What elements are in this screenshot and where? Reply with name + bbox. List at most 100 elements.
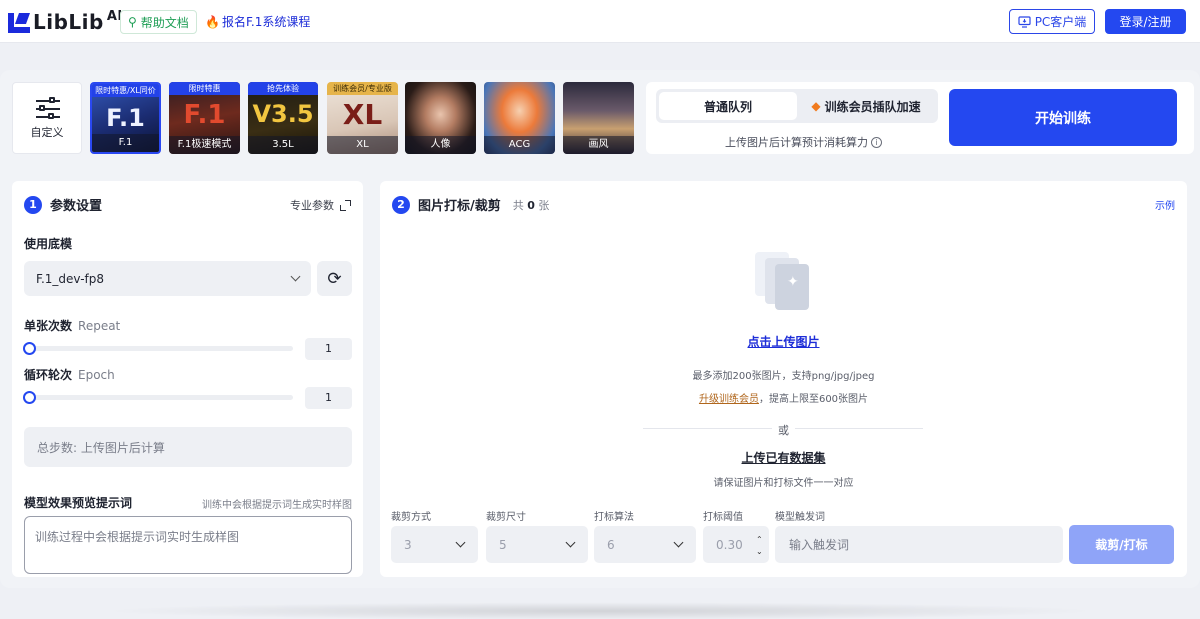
compute-estimate-note: 上传图片后计算预计消耗算力 i	[725, 134, 882, 150]
upload-limit-note: 最多添加200张图片，支持png/jpg/jpeg	[692, 371, 875, 382]
repeat-label: 单张次数 Repeat	[24, 317, 120, 334]
model-card-style[interactable]: 画风	[563, 82, 634, 154]
expand-icon	[340, 199, 351, 211]
compute-estimate-text: 上传图片后计算预计消耗算力	[725, 136, 868, 149]
images-title: 图片打标/裁剪	[418, 199, 501, 214]
login-register-button[interactable]: 登录/注册	[1105, 9, 1186, 34]
refresh-button[interactable]: ⟳	[317, 261, 352, 296]
liblib-logo[interactable]: LibLib AI	[8, 9, 123, 34]
tag-threshold-stepper[interactable]: 0.30 ⌃ ⌄	[703, 526, 769, 563]
epoch-label-text: 循环轮次	[24, 368, 73, 382]
image-count-value: 0	[527, 198, 535, 212]
model-tag: 训练会员/专业版	[327, 82, 398, 95]
course-signup-link[interactable]: 🔥 报名F.1系统课程	[205, 13, 310, 30]
queue-normal-tab[interactable]: 普通队列	[659, 92, 797, 120]
model-tag: 限时特惠/XL同价	[92, 84, 159, 97]
course-signup-label: 报名F.1系统课程	[221, 15, 311, 29]
images-panel: 2 图片打标/裁剪 共 0 张 示例 ✦ 点击上传图片 最多添加200张图片，支…	[380, 181, 1187, 577]
info-icon[interactable]: i	[871, 136, 882, 148]
upgrade-member-link[interactable]: 升级训练会员	[699, 394, 759, 405]
model-card-xl[interactable]: 训练会员/专业版 XL XL	[327, 82, 398, 154]
queue-tabs: 普通队列 ◆ 训练会员插队加速	[656, 89, 938, 123]
image-count: 共 0 张	[513, 197, 550, 213]
model-tag: 限时特惠	[169, 82, 240, 95]
crop-tag-button[interactable]: 裁剪/打标	[1069, 525, 1174, 564]
model-card-f1[interactable]: 限时特惠/XL同价 F.1 F.1	[90, 82, 161, 154]
sliders-icon	[36, 97, 60, 120]
upgrade-note: ，提高上限至600张图片	[758, 394, 869, 405]
crop-mode-select[interactable]: 3	[391, 526, 478, 563]
step-number: 1	[24, 195, 42, 214]
trigger-word-label: 模型触发词	[775, 512, 825, 523]
crop-size-label: 裁剪尺寸	[486, 512, 526, 523]
bottom-shadow	[100, 602, 1100, 619]
pro-params-label: 专业参数	[290, 199, 334, 212]
magic-wand-icon: ✦	[787, 274, 799, 290]
crop-size-select[interactable]: 5	[486, 526, 588, 563]
chevron-down-icon	[565, 537, 576, 548]
upgrade-line: 升级训练会员，提高上限至600张图片	[380, 390, 1187, 405]
model-card-f1-fast[interactable]: 限时特惠 F.1 F.1极速模式	[169, 82, 240, 154]
params-panel: 1 参数设置 专业参数 使用底模 F.1_dev-fp8 ⟳ 单张次数 Repea…	[12, 181, 363, 577]
crop-mode-label: 裁剪方式	[391, 512, 431, 523]
tag-algorithm-label: 打标算法	[594, 512, 634, 523]
step-number: 2	[392, 195, 410, 214]
model-caption: XL	[327, 136, 398, 154]
epoch-label: 循环轮次 Epoch	[24, 366, 115, 383]
diamond-icon: ◆	[811, 99, 821, 113]
pro-params-toggle[interactable]: 专业参数	[290, 197, 351, 213]
base-model-value: F.1_dev-fp8	[36, 271, 105, 286]
queue-vip-tab[interactable]: ◆ 训练会员插队加速	[797, 92, 935, 120]
repeat-slider[interactable]	[23, 342, 293, 355]
model-big-text: V3.5	[252, 100, 314, 128]
model-caption: ACG	[484, 136, 555, 154]
preview-prompt-hint: 训练中会根据提示词生成实时样图	[202, 500, 352, 511]
tag-algorithm-value: 6	[607, 537, 615, 552]
logo-text: LibLib	[33, 10, 104, 34]
fire-icon: 🔥	[205, 14, 220, 29]
pc-client-button[interactable]: PC客户端	[1009, 9, 1095, 34]
model-card-35l[interactable]: 抢先体验 V3.5 3.5L	[248, 82, 318, 154]
stepper-up-icon[interactable]: ⌃	[756, 536, 764, 544]
tag-threshold-value: 0.30	[716, 537, 743, 552]
queue-vip-label: 训练会员插队加速	[824, 99, 921, 114]
model-custom-card[interactable]: 自定义	[12, 82, 82, 154]
monitor-icon	[1018, 15, 1031, 28]
logo-mark-icon	[8, 11, 31, 33]
model-caption: 画风	[563, 136, 634, 154]
model-card-acg[interactable]: ACG	[484, 82, 555, 154]
upload-dataset-link[interactable]: 上传已有数据集	[380, 449, 1187, 466]
wand-icon: ⚲	[128, 15, 137, 29]
model-card-portrait[interactable]: 人像	[405, 82, 476, 154]
total-steps-display: 总步数: 上传图片后计算	[24, 427, 352, 467]
epoch-slider[interactable]	[23, 391, 293, 404]
chevron-down-icon	[455, 537, 466, 548]
start-training-button[interactable]: 开始训练	[949, 89, 1177, 146]
model-tag: 抢先体验	[248, 82, 318, 95]
model-caption: F.1	[92, 134, 159, 152]
model-caption: 3.5L	[248, 136, 318, 154]
model-caption: F.1极速模式	[169, 136, 240, 154]
example-link[interactable]: 示例	[1155, 197, 1175, 212]
image-count-unit: 张	[538, 198, 550, 212]
base-model-select[interactable]: F.1_dev-fp8	[24, 261, 311, 296]
pc-client-label: PC客户端	[1034, 15, 1087, 29]
trigger-word-input[interactable]: 输入触发词	[775, 526, 1063, 563]
model-big-text: XL	[342, 98, 383, 131]
epoch-input[interactable]: 1	[305, 387, 352, 409]
help-docs-button[interactable]: ⚲ 帮助文档	[120, 10, 197, 34]
stepper-down-icon[interactable]: ⌄	[756, 548, 764, 556]
repeat-slider-handle[interactable]	[23, 342, 36, 355]
upload-images-link[interactable]: 点击上传图片	[380, 333, 1187, 350]
repeat-input[interactable]: 1	[305, 338, 352, 360]
image-count-prefix: 共	[512, 198, 524, 212]
epoch-slider-handle[interactable]	[23, 391, 36, 404]
model-custom-label: 自定义	[30, 126, 64, 139]
tag-algorithm-select[interactable]: 6	[594, 526, 696, 563]
preview-prompt-textarea[interactable]: 训练过程中会根据提示词实时生成样图	[24, 516, 352, 574]
params-title: 参数设置	[50, 199, 103, 214]
refresh-icon: ⟳	[327, 268, 342, 289]
repeat-label-text: 单张次数	[24, 319, 73, 333]
crop-size-value: 5	[499, 537, 507, 552]
dataset-note: 请保证图片和打标文件一一对应	[713, 478, 854, 489]
